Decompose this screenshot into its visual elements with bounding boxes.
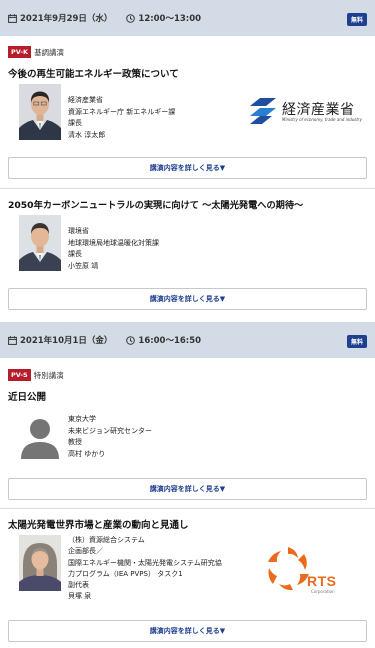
avatar-placeholder-icon (19, 406, 61, 462)
speaker-org: 経済産業省 (68, 96, 103, 104)
speaker-org: 東京大学 (68, 415, 96, 423)
speaker-org: 環境省 (68, 227, 89, 235)
clock-icon (126, 13, 136, 23)
details-button[interactable]: 講演内容を詳しく見る▼ (8, 288, 367, 310)
calendar-icon (8, 335, 17, 345)
speaker-photo (19, 215, 61, 271)
speaker-block: （株）資源総合システム 企画部長／ 国際エネルギー機関・太陽光発電システム研究協… (19, 535, 222, 603)
speaker-name: 高村 ゆかり (68, 449, 106, 458)
category-name: 特別講演 (33, 370, 64, 380)
divider (0, 508, 375, 509)
speaker-role: 課長 (68, 250, 82, 259)
category-label: PV-K 基調講演 (8, 46, 64, 58)
event-date: 2021年10月1日（金） (20, 336, 113, 346)
speaker-block: 東京大学 未来ビジョン研究センター 教授 高村 ゆかり (19, 406, 152, 462)
speaker-block: 経済産業省 資源エネルギー庁 新エネルギー課 課長 清水 淳太郎 (19, 84, 175, 141)
day-header-2: 2021年10月1日（金） 16:00〜16:50 無料 (0, 322, 375, 358)
details-button[interactable]: 講演内容を詳しく見る▼ (8, 620, 367, 642)
session-title: 2050年カーボンニュートラルの実現に向けて 〜太陽光発電への期待〜 (8, 200, 304, 211)
calendar-icon (8, 13, 17, 23)
free-badge: 無料 (346, 335, 367, 348)
rts-logo-text: RTS (307, 573, 337, 589)
speaker-org: （株）資源総合システム (68, 536, 145, 544)
details-button[interactable]: 講演内容を詳しく見る▼ (8, 478, 367, 500)
meti-logo: 経済産業省 Ministry of economy, trade and ind… (248, 96, 368, 128)
session-title: 太陽光発電世界市場と産業の動向と見通し (8, 520, 189, 531)
free-badge: 無料 (346, 13, 367, 26)
speaker-role: 副代表 (68, 581, 89, 590)
session-title: 今後の再生可能エネルギー政策について (8, 69, 179, 80)
event-time: 12:00〜13:00 (138, 14, 202, 24)
speaker-dept: 資源エネルギー庁 新エネルギー課 (68, 107, 176, 116)
clock-icon (126, 335, 136, 345)
category-tag: PV-S (8, 369, 31, 381)
category-name: 基調講演 (34, 47, 65, 57)
speaker-affiliation: 国際エネルギー機関・太陽光発電システム研究協 (68, 558, 222, 567)
meti-logo-text: 経済産業省 (282, 102, 355, 118)
rts-logo-subtext: Corporation (311, 589, 335, 594)
speaker-photo (19, 84, 61, 140)
speaker-name: 貝塚 泉 (68, 592, 92, 601)
category-tag: PV-K (8, 46, 32, 58)
session-title: 近日公開 (8, 392, 47, 403)
speaker-role: 教授 (68, 438, 82, 447)
speaker-dept: 地球環境局地球温暖化対策課 (68, 238, 159, 247)
speaker-dept: 企画部長／ (68, 547, 103, 556)
day-header-1: 2021年9月29日（水） 12:00〜13:00 無料 (0, 0, 375, 36)
divider (0, 188, 375, 189)
speaker-name: 小笠原 靖 (68, 261, 99, 270)
event-date: 2021年9月29日（水） (20, 14, 113, 24)
meti-logo-subtext: Ministry of economy, trade and industry (282, 117, 362, 122)
speaker-name: 清水 淳太郎 (68, 130, 106, 139)
speaker-dept: 未来ビジョン研究センター (68, 426, 152, 435)
speaker-affiliation-cont: 力プログラム（IEA PVPS） タスク1 (68, 569, 183, 578)
speaker-photo (19, 535, 61, 591)
rts-logo: RTS Corporation (263, 542, 355, 598)
speaker-block: 環境省 地球環境局地球温暖化対策課 課長 小笠原 靖 (19, 215, 159, 272)
details-button[interactable]: 講演内容を詳しく見る▼ (8, 157, 367, 179)
speaker-role: 課長 (68, 119, 82, 128)
event-time: 16:00〜16:50 (138, 336, 202, 346)
category-label: PV-S 特別講演 (8, 369, 64, 381)
